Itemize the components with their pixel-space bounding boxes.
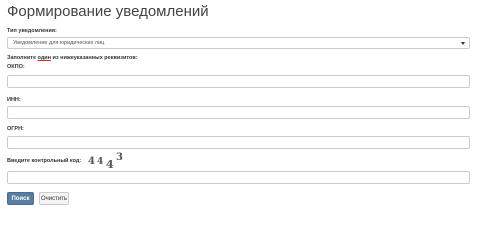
okpo-label: ОКПО: [7, 64, 25, 70]
captcha-label: Введите контрольный код: [7, 158, 82, 164]
caret-down-icon [461, 42, 465, 45]
inn-input[interactable] [7, 106, 470, 119]
hint-emphasis: один [37, 55, 52, 61]
captcha-char-1: 4 [88, 156, 95, 167]
captcha-char-3: 4 [106, 158, 114, 171]
hint-prefix: Заполните [7, 55, 38, 61]
okpo-input[interactable] [7, 75, 470, 88]
captcha-image: 4 4 4 3 [88, 152, 128, 171]
page-title: Формирование уведомлений [7, 3, 209, 20]
captcha-char-2: 4 [97, 157, 104, 167]
ogrn-label: ОГРН: [7, 126, 24, 132]
captcha-char-4: 3 [116, 152, 123, 163]
notification-type-label: Тип уведомления: [7, 28, 57, 34]
notification-type-select[interactable]: Уведомление для юридических лиц [7, 37, 470, 49]
search-button[interactable]: Поиск [7, 192, 34, 205]
clear-button[interactable]: Очистить [39, 192, 69, 205]
ogrn-input[interactable] [7, 136, 470, 149]
captcha-input[interactable] [7, 171, 470, 184]
inn-label: ИНН: [7, 97, 21, 103]
notification-type-selected-value: Уведомление для юридических лиц [13, 40, 105, 46]
hint-suffix: из нижеуказанных реквизитов: [51, 55, 138, 61]
requisites-hint: Заполните один из нижеуказанных реквизит… [7, 55, 138, 61]
